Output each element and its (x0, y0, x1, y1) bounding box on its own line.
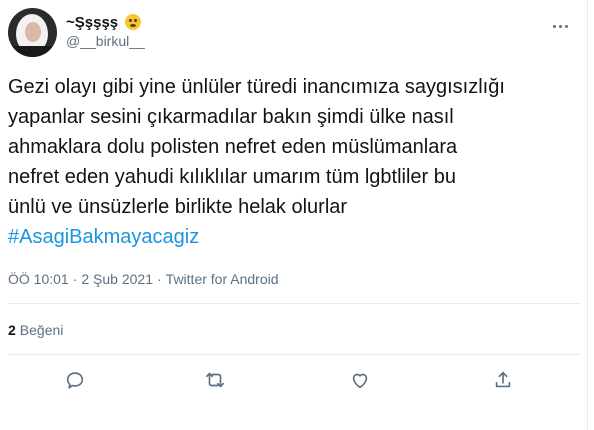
tweet-actions (0, 362, 580, 398)
tweet-text-line: ahmaklara dolu polisten nefret eden müsl… (8, 136, 458, 158)
likes-count: 2 (8, 322, 16, 338)
share-icon[interactable] (485, 362, 521, 398)
tweet-text-line: Gezi olayı gibi yine ünlüler türedi inan… (8, 76, 505, 98)
likes-label: Beğeni (19, 322, 64, 338)
tweet-time[interactable]: ÖÖ 10:01 (8, 271, 69, 287)
tweet-meta: ÖÖ 10:01 · 2 Şub 2021 · Twitter for Android (8, 270, 279, 288)
hushed-face-icon (124, 14, 141, 30)
tweet-header: ~Şşşşş @__birkul__ (8, 8, 578, 60)
meta-separator: · (72, 271, 78, 287)
meta-separator: · (157, 271, 162, 287)
avatar[interactable] (8, 8, 57, 57)
retweet-icon[interactable] (197, 362, 233, 398)
divider (8, 303, 580, 304)
tweet-source[interactable]: Twitter for Android (166, 271, 279, 287)
likes-stat[interactable]: 2 Beğeni (8, 321, 63, 339)
divider (8, 354, 580, 355)
display-name-row[interactable]: ~Şşşşş (66, 14, 145, 32)
reply-icon[interactable] (57, 362, 93, 398)
tweet-text-line: yapanlar sesini çıkarmadılar bakın şimdi… (8, 106, 454, 128)
tweet-date[interactable]: 2 Şub 2021 (81, 271, 153, 287)
user-names: ~Şşşşş @__birkul__ (66, 14, 145, 50)
tweet-text-line: nefret eden yahudi kılıklılar umarım tüm… (8, 166, 456, 188)
tweet-text: Gezi olayı gibi yine ünlüler türedi inan… (8, 72, 578, 252)
avatar-image (8, 8, 57, 57)
tweet-text-line: ünlü ve ünsüzlerle birlikte helak olurla… (8, 196, 348, 218)
hashtag-link[interactable]: #AsagiBakmayacagiz (8, 222, 578, 252)
tweet-card: ~Şşşşş @__birkul__ Gezi olayı gibi yine … (0, 0, 588, 430)
user-handle[interactable]: @__birkul__ (66, 32, 145, 50)
like-icon[interactable] (342, 362, 378, 398)
more-options-icon[interactable] (548, 16, 572, 36)
display-name[interactable]: ~Şşşşş (66, 14, 118, 31)
